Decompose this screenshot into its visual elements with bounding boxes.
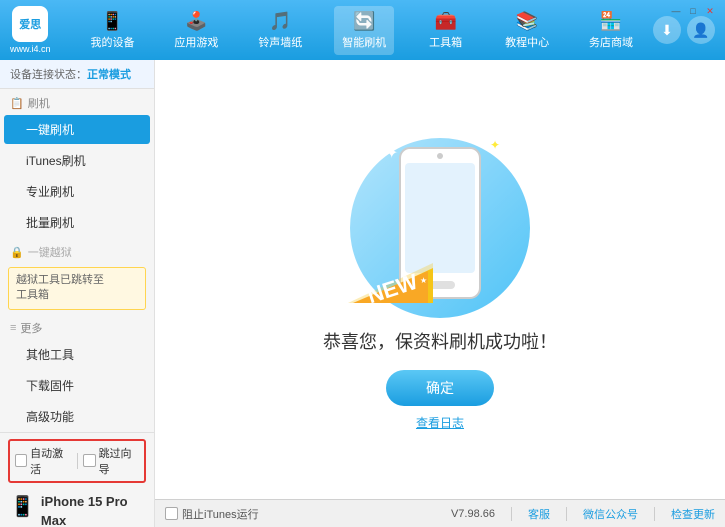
skip-guide-checkbox[interactable]: 跳过向导 <box>83 445 139 477</box>
jailbreak-notice: 越狱工具已跳转至工具箱 <box>8 267 146 310</box>
check-update-link[interactable]: 检查更新 <box>671 506 715 522</box>
more-section-label: 更多 <box>20 320 42 336</box>
ringtone-icon: 🎵 <box>269 11 291 32</box>
sidebar-pro-flash[interactable]: 专业刷机 <box>4 177 150 206</box>
flash-section-label: 刷机 <box>28 95 50 111</box>
checkbox-divider <box>77 453 78 469</box>
nav-services-label: 务店商域 <box>589 34 633 50</box>
device-name: iPhone 15 Pro Max <box>41 492 144 527</box>
nav-toolbox-label: 工具箱 <box>429 34 462 50</box>
sidebar-bottom: 自动激活 跳过向导 📱 iPhone 15 Pro Max 512GB iPho… <box>0 432 154 527</box>
header-right: ⬇ 👤 <box>653 16 715 44</box>
header: 爱思 www.i4.cn 📱 我的设备 🕹️ 应用游戏 🎵 铃声墙纸 🔄 智能刷… <box>0 0 725 60</box>
nav-tutorial-label: 教程中心 <box>505 34 549 50</box>
apps-games-icon: 🕹️ <box>185 11 207 32</box>
skip-guide-checkbox-box[interactable] <box>83 454 95 467</box>
nav-smart-flash[interactable]: 🔄 智能刷机 <box>334 6 394 55</box>
content-area: ✦ ✦ ✦ <box>155 60 725 499</box>
sparkle-2: ✦ <box>490 138 500 152</box>
auto-activate-label: 自动激活 <box>30 445 70 477</box>
confirm-button[interactable]: 确定 <box>386 370 494 406</box>
auto-activate-row: 自动激活 跳过向导 <box>8 439 146 483</box>
device-info: iPhone 15 Pro Max 512GB iPhone <box>41 492 144 527</box>
more-section-icon: ≡ <box>10 322 16 334</box>
svg-text:★: ★ <box>420 276 427 285</box>
tutorial-icon: 📚 <box>516 11 538 32</box>
logo: 爱思 www.i4.cn <box>10 6 51 54</box>
jailbreak-icon: 🔒 <box>10 246 24 259</box>
sep1 <box>511 507 512 521</box>
jailbreak-section-header: 🔒 一键越狱 <box>0 238 154 263</box>
toolbox-icon: 🧰 <box>434 11 456 32</box>
sparkle-3: ✦ <box>512 158 520 169</box>
version-text: V7.98.66 <box>451 508 495 520</box>
status-bar: 设备连接状态：正常模式 <box>0 60 154 89</box>
my-device-icon: 📱 <box>101 11 123 32</box>
flash-section-header: 📋 刷机 <box>0 89 154 114</box>
bottom-bar: 阻止iTunes运行 V7.98.66 客服 微信公众号 检查更新 <box>155 499 725 527</box>
sidebar: 设备连接状态：正常模式 📋 刷机 一键刷机 iTunes刷机 专业刷机 批量刷机… <box>0 60 155 527</box>
status-label: 设备连接状态： <box>10 69 87 81</box>
download-button[interactable]: ⬇ <box>653 16 681 44</box>
bottom-bar-left: 阻止iTunes运行 <box>165 506 451 522</box>
itunes-toggle[interactable]: 阻止iTunes运行 <box>165 506 259 522</box>
svg-text:★: ★ <box>353 281 360 290</box>
main-nav: 📱 我的设备 🕹️ 应用游戏 🎵 铃声墙纸 🔄 智能刷机 🧰 工具箱 📚 <box>71 6 653 55</box>
nav-apps-label: 应用游戏 <box>174 34 218 50</box>
sidebar-download-firmware[interactable]: 下载固件 <box>4 371 150 400</box>
nav-apps-games[interactable]: 🕹️ 应用游戏 <box>166 6 226 55</box>
services-icon: 🏪 <box>600 11 622 32</box>
nav-toolbox[interactable]: 🧰 工具箱 <box>418 6 473 55</box>
flash-section-icon: 📋 <box>10 97 24 110</box>
content-wrapper: ✦ ✦ ✦ <box>155 60 725 527</box>
window-controls: — □ ✕ <box>669 4 717 18</box>
sep3 <box>654 507 655 521</box>
smart-flash-icon: 🔄 <box>353 11 375 32</box>
auto-activate-checkbox[interactable]: 自动激活 <box>15 445 71 477</box>
logo-icon: 爱思 <box>12 6 48 42</box>
nav-ringtone[interactable]: 🎵 铃声墙纸 <box>250 6 310 55</box>
win-minimize[interactable]: — <box>669 4 683 18</box>
more-section-header: ≡ 更多 <box>0 314 154 339</box>
itunes-checkbox[interactable] <box>165 507 178 520</box>
nav-services[interactable]: 🏪 务店商域 <box>581 6 641 55</box>
sidebar-itunes-flash[interactable]: iTunes刷机 <box>4 146 150 175</box>
skip-guide-label: 跳过向导 <box>99 445 139 477</box>
sep2 <box>566 507 567 521</box>
sidebar-batch-flash[interactable]: 批量刷机 <box>4 208 150 237</box>
main-layout: 设备连接状态：正常模式 📋 刷机 一键刷机 iTunes刷机 专业刷机 批量刷机… <box>0 60 725 527</box>
bottom-bar-right: V7.98.66 客服 微信公众号 检查更新 <box>451 506 715 522</box>
win-maximize[interactable]: □ <box>686 4 700 18</box>
success-text: 恭喜您，保资料刷机成功啦！ <box>323 328 557 354</box>
win-close[interactable]: ✕ <box>703 4 717 18</box>
wechat-link[interactable]: 微信公众号 <box>583 506 638 522</box>
nav-my-device-label: 我的设备 <box>90 34 134 50</box>
nav-ringtone-label: 铃声墙纸 <box>258 34 302 50</box>
new-banner: NEW ★ ★ <box>348 253 433 303</box>
jailbreak-section-label: 一键越狱 <box>28 244 72 260</box>
log-link[interactable]: 查看日志 <box>416 414 464 431</box>
nav-tutorial[interactable]: 📚 教程中心 <box>497 6 557 55</box>
user-button[interactable]: 👤 <box>687 16 715 44</box>
device-item: 📱 iPhone 15 Pro Max 512GB iPhone <box>8 488 146 527</box>
nav-smart-flash-label: 智能刷机 <box>342 34 386 50</box>
success-illustration: ✦ ✦ ✦ <box>340 128 540 328</box>
customer-service-link[interactable]: 客服 <box>528 506 550 522</box>
auto-activate-checkbox-box[interactable] <box>15 454 27 467</box>
status-value: 正常模式 <box>87 69 131 81</box>
sidebar-advanced[interactable]: 高级功能 <box>4 402 150 431</box>
nav-my-device[interactable]: 📱 我的设备 <box>82 6 142 55</box>
sidebar-other-tools[interactable]: 其他工具 <box>4 340 150 369</box>
sidebar-one-key-flash[interactable]: 一键刷机 <box>4 115 150 144</box>
logo-url: www.i4.cn <box>10 44 51 54</box>
itunes-label: 阻止iTunes运行 <box>182 506 259 522</box>
device-phone-icon: 📱 <box>10 494 35 519</box>
new-banner-svg: NEW ★ ★ <box>348 253 433 303</box>
